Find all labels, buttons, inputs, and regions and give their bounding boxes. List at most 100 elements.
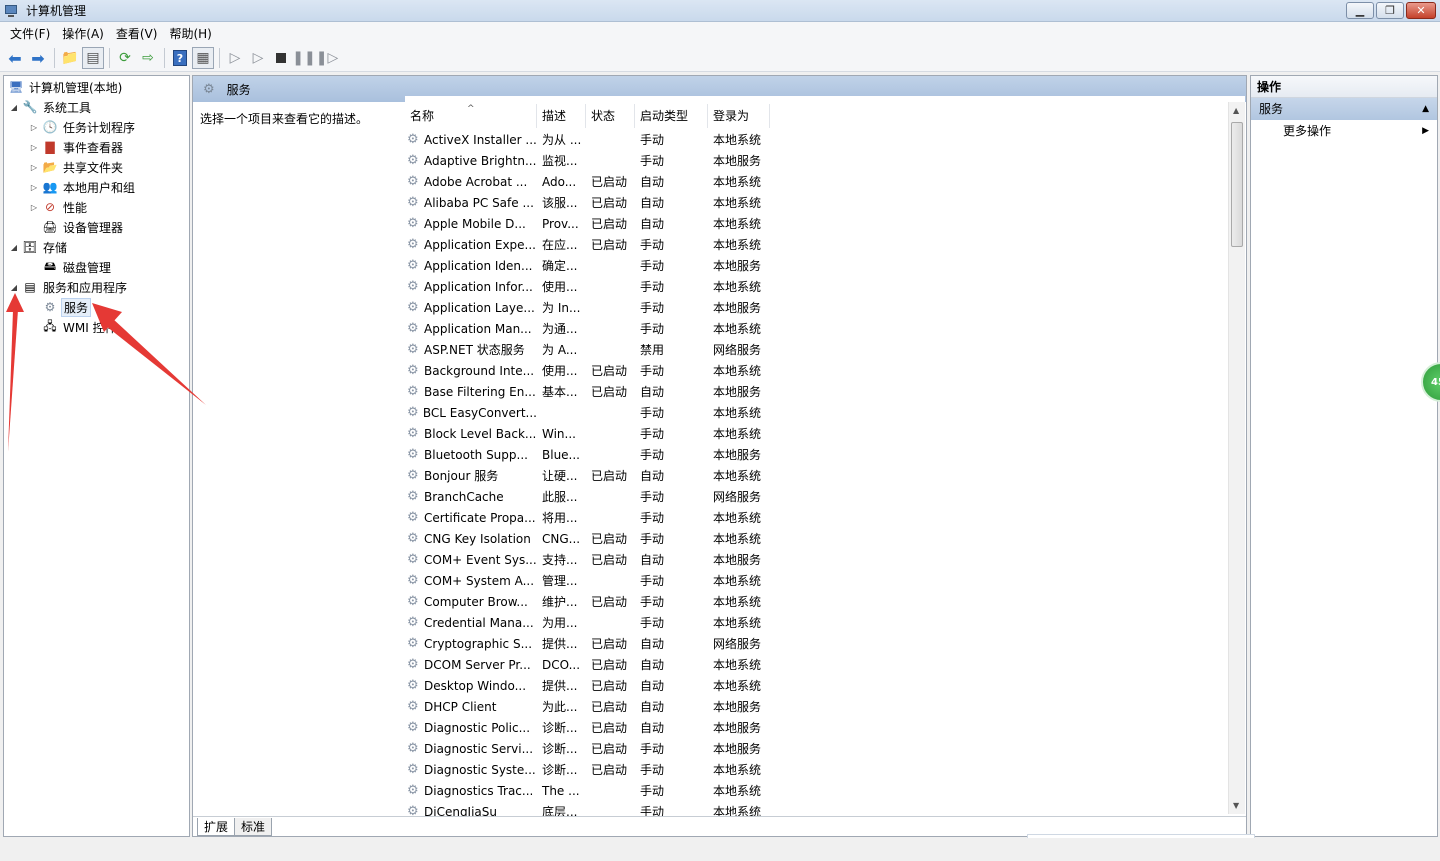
- show-hide-tree-icon[interactable]: ▤: [82, 47, 104, 69]
- service-description: The ...: [542, 783, 580, 798]
- table-row[interactable]: ⚙ Credential Mana... 为用... 手动 本地系统: [405, 612, 778, 633]
- column-header-startup-type[interactable]: 启动类型: [635, 104, 708, 128]
- table-row[interactable]: ⚙ CNG Key Isolation CNG... 已启动 手动 本地系统: [405, 528, 778, 549]
- collapse-up-icon[interactable]: ▲: [1422, 98, 1429, 120]
- service-name-text: Application Infor...: [424, 279, 533, 294]
- minimize-button[interactable]: ▁: [1346, 2, 1374, 19]
- vertical-scrollbar[interactable]: ▲ ▼: [1228, 102, 1245, 814]
- table-row[interactable]: ⚙ Adaptive Brightn... 监视... 手动 本地服务: [405, 150, 778, 171]
- scroll-up-icon[interactable]: ▲: [1233, 106, 1239, 115]
- column-header-name[interactable]: ^ 名称: [405, 104, 537, 128]
- menu-help[interactable]: 帮助(H): [163, 24, 217, 44]
- table-row[interactable]: ⚙ Diagnostics Trac... The ... 手动 本地系统: [405, 780, 778, 801]
- tree-item-device-manager[interactable]: ▷ 🖨 设备管理器: [28, 217, 125, 237]
- table-row[interactable]: ⚙ BCL EasyConvert... 手动 本地系统: [405, 402, 778, 423]
- menu-file[interactable]: 文件(F): [4, 24, 56, 44]
- menu-action[interactable]: 操作(A): [56, 24, 110, 44]
- column-header-status[interactable]: 状态: [586, 104, 635, 128]
- table-row[interactable]: ⚙ Bonjour 服务 让硬... 已启动 自动 本地系统: [405, 465, 778, 486]
- service-description: 诊断...: [542, 763, 578, 777]
- tree-item-root[interactable]: 🖥 计算机管理(本地): [6, 77, 124, 97]
- expand-icon[interactable]: ▷: [28, 143, 40, 152]
- table-row[interactable]: ⚙ Adobe Acrobat ... Ado... 已启动 自动 本地系统: [405, 171, 778, 192]
- back-arrow-icon[interactable]: ⬅: [4, 47, 26, 69]
- table-row[interactable]: ⚙ Base Filtering En... 基本... 已启动 自动 本地服务: [405, 381, 778, 402]
- service-name-text: ActiveX Installer ...: [424, 132, 537, 147]
- play-alt-icon[interactable]: ▷: [247, 47, 269, 69]
- service-name: ⚙ Adobe Acrobat ...: [405, 174, 537, 189]
- scroll-down-icon[interactable]: ▼: [1233, 801, 1239, 810]
- close-button[interactable]: ✕: [1406, 2, 1436, 19]
- refresh-icon[interactable]: ⟳: [114, 47, 136, 69]
- table-row[interactable]: ⚙ Diagnostic Syste... 诊断... 已启动 手动 本地系统: [405, 759, 778, 780]
- table-row[interactable]: ⚙ Alibaba PC Safe ... 该服... 已启动 自动 本地系统: [405, 192, 778, 213]
- service-description: 管理...: [542, 574, 578, 588]
- tree-item-shared-folders[interactable]: ▷ 📂 共享文件夹: [28, 157, 125, 177]
- column-header-log-on-as[interactable]: 登录为: [708, 104, 770, 128]
- maximize-button[interactable]: ❐: [1376, 2, 1404, 19]
- service-status: 已启动: [591, 196, 628, 210]
- expand-icon[interactable]: ▷: [28, 123, 40, 132]
- tree-item-wmi-control[interactable]: ▷ 🖧 WMI 控件: [28, 317, 119, 337]
- table-row[interactable]: ⚙ Application Man... 为通... 手动 本地系统: [405, 318, 778, 339]
- table-row[interactable]: ⚙ Computer Brow... 维护... 已启动 手动 本地系统: [405, 591, 778, 612]
- table-row[interactable]: ⚙ Certificate Propa... 将用... 手动 本地系统: [405, 507, 778, 528]
- expand-icon[interactable]: ▷: [28, 163, 40, 172]
- table-row[interactable]: ⚙ BranchCache 此服... 手动 网络服务: [405, 486, 778, 507]
- restart-icon[interactable]: ❚▷: [316, 47, 339, 69]
- tree-item-system-tools[interactable]: ◢ 🔧 系统工具: [8, 97, 93, 117]
- table-row[interactable]: ⚙ Background Inte... 使用... 已启动 手动 本地系统: [405, 360, 778, 381]
- table-row[interactable]: ⚙ ActiveX Installer ... 为从 ... 手动 本地系统: [405, 129, 778, 150]
- tree-item-disk-management[interactable]: ▷ 🖴 磁盘管理: [28, 257, 113, 277]
- export-list-icon[interactable]: ⇨: [137, 47, 159, 69]
- collapse-icon[interactable]: ◢: [8, 283, 20, 292]
- table-row[interactable]: ⚙ Diagnostic Polic... 诊断... 已启动 自动 本地服务: [405, 717, 778, 738]
- tab-extended[interactable]: 扩展: [197, 817, 236, 836]
- play-icon[interactable]: ▷: [224, 47, 246, 69]
- actions-section-services[interactable]: 服务 ▲: [1251, 98, 1437, 120]
- table-row[interactable]: ⚙ Application Iden... 确定... 手动 本地服务: [405, 255, 778, 276]
- tab-standard[interactable]: 标准: [234, 817, 273, 836]
- properties-icon[interactable]: ▦: [192, 47, 214, 69]
- tree-item-task-scheduler[interactable]: ▷ 🕓 任务计划程序: [28, 117, 137, 137]
- expand-icon[interactable]: ▷: [28, 183, 40, 192]
- computer-management-icon: [4, 4, 20, 18]
- device-manager-icon: 🖨: [42, 220, 58, 234]
- table-row[interactable]: ⚙ DCOM Server Pr... DCO... 已启动 自动 本地系统: [405, 654, 778, 675]
- window-controls: ▁ ❐ ✕: [1344, 2, 1436, 19]
- table-row[interactable]: ⚙ Block Level Back... Win... 手动 本地系统: [405, 423, 778, 444]
- scrollbar-thumb[interactable]: [1231, 122, 1243, 247]
- table-row[interactable]: ⚙ COM+ System A... 管理... 手动 本地系统: [405, 570, 778, 591]
- table-row[interactable]: ⚙ Diagnostic Servi... 诊断... 已启动 手动 本地服务: [405, 738, 778, 759]
- table-row[interactable]: ⚙ Desktop Windo... 提供... 已启动 自动 本地系统: [405, 675, 778, 696]
- tree-item-services-and-apps[interactable]: ◢ ▤ 服务和应用程序: [8, 277, 129, 297]
- tree-item-event-viewer[interactable]: ▷ ▇ 事件查看器: [28, 137, 125, 157]
- service-name: ⚙ DCOM Server Pr...: [405, 657, 537, 672]
- up-folder-icon[interactable]: 📁: [59, 47, 81, 69]
- expand-icon[interactable]: ▷: [28, 203, 40, 212]
- help-icon[interactable]: ?: [169, 47, 191, 69]
- stop-icon[interactable]: [270, 47, 292, 69]
- tree-item-local-users[interactable]: ▷ 👥 本地用户和组: [28, 177, 137, 197]
- table-row[interactable]: ⚙ Apple Mobile D... Prov... 已启动 自动 本地系统: [405, 213, 778, 234]
- services-rows: ⚙ ActiveX Installer ... 为从 ... 手动 本地系统 ⚙ Adapt…: [405, 129, 778, 822]
- service-description: 为 In...: [542, 301, 581, 315]
- action-more-actions[interactable]: 更多操作 ▶: [1251, 120, 1437, 142]
- table-row[interactable]: ⚙ Application Expe... 在应... 已启动 手动 本地系统: [405, 234, 778, 255]
- column-header-description[interactable]: 描述: [537, 104, 586, 128]
- table-row[interactable]: ⚙ DHCP Client 为此... 已启动 自动 本地服务: [405, 696, 778, 717]
- table-row[interactable]: ⚙ ASP.NET 状态服务 为 A... 禁用 网络服务: [405, 339, 778, 360]
- pause-icon[interactable]: ❚❚: [292, 47, 315, 69]
- menu-view[interactable]: 查看(V): [110, 24, 164, 44]
- table-row[interactable]: ⚙ Bluetooth Supp... Blue... 手动 本地服务: [405, 444, 778, 465]
- table-row[interactable]: ⚙ Cryptographic S... 提供... 已启动 自动 网络服务: [405, 633, 778, 654]
- table-row[interactable]: ⚙ COM+ Event Sys... 支持... 已启动 自动 本地服务: [405, 549, 778, 570]
- table-row[interactable]: ⚙ Application Infor... 使用... 手动 本地系统: [405, 276, 778, 297]
- collapse-icon[interactable]: ◢: [8, 103, 20, 112]
- tree-item-services[interactable]: ▷ ⚙ 服务: [28, 297, 92, 317]
- tree-item-storage[interactable]: ◢ 🗄 存储: [8, 237, 69, 257]
- collapse-icon[interactable]: ◢: [8, 243, 20, 252]
- tree-item-performance[interactable]: ▷ ⊘ 性能: [28, 197, 89, 217]
- forward-arrow-icon[interactable]: ➡: [27, 47, 49, 69]
- table-row[interactable]: ⚙ Application Laye... 为 In... 手动 本地服务: [405, 297, 778, 318]
